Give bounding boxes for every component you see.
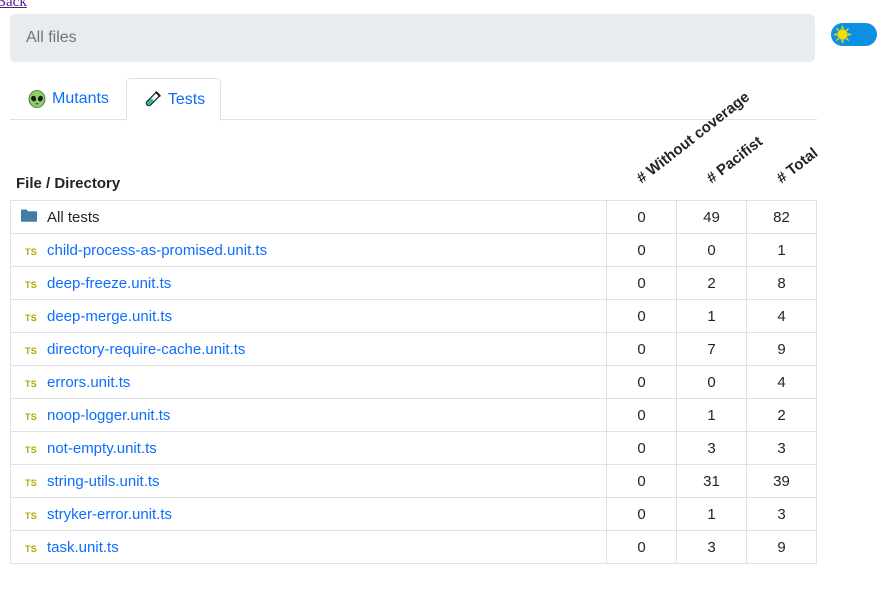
pacifist-count: 2 bbox=[676, 266, 747, 300]
typescript-file-icon: TS bbox=[25, 345, 38, 356]
table-row: TS deep-merge.unit.ts 0 1 4 bbox=[10, 299, 817, 333]
table-row: TS child-process-as-promised.unit.ts 0 0… bbox=[10, 233, 817, 267]
tab-tests-label: Tests bbox=[167, 90, 206, 108]
without-coverage-count: 0 bbox=[606, 365, 677, 399]
typescript-file-icon: TS bbox=[25, 543, 38, 554]
pacifist-count: 49 bbox=[676, 200, 747, 234]
folder-icon bbox=[21, 209, 47, 226]
tab-mutants[interactable]: Mutants bbox=[12, 78, 125, 120]
breadcrumb: All files bbox=[10, 14, 815, 62]
pacifist-count: 0 bbox=[676, 365, 747, 399]
total-count: 9 bbox=[746, 530, 817, 564]
back-link[interactable]: Back bbox=[0, 0, 27, 11]
column-header-total: # Total bbox=[773, 144, 822, 187]
typescript-file-icon: TS bbox=[25, 444, 38, 455]
file-link[interactable]: not-empty.unit.ts bbox=[47, 440, 157, 457]
table-row: TS deep-freeze.unit.ts 0 2 8 bbox=[10, 266, 817, 300]
total-count: 4 bbox=[746, 299, 817, 333]
typescript-file-icon: TS bbox=[25, 312, 38, 323]
file-link[interactable]: string-utils.unit.ts bbox=[47, 473, 160, 490]
column-header-file: File / Directory bbox=[16, 175, 121, 192]
without-coverage-count: 0 bbox=[606, 530, 677, 564]
total-count: 3 bbox=[746, 497, 817, 531]
typescript-file-icon: TS bbox=[25, 378, 38, 389]
without-coverage-count: 0 bbox=[606, 233, 677, 267]
table-row: TS noop-logger.unit.ts 0 1 2 bbox=[10, 398, 817, 432]
test-tube-icon bbox=[145, 90, 161, 106]
pacifist-count: 31 bbox=[676, 464, 747, 498]
theme-toggle[interactable] bbox=[831, 23, 877, 46]
total-count: 9 bbox=[746, 332, 817, 366]
without-coverage-count: 0 bbox=[606, 398, 677, 432]
table-row: All tests 0 49 82 bbox=[10, 200, 817, 234]
without-coverage-count: 0 bbox=[606, 332, 677, 366]
pacifist-count: 7 bbox=[676, 332, 747, 366]
total-count: 8 bbox=[746, 266, 817, 300]
table-row: TS errors.unit.ts 0 0 4 bbox=[10, 365, 817, 399]
table-row: TS directory-require-cache.unit.ts 0 7 9 bbox=[10, 332, 817, 366]
typescript-file-icon: TS bbox=[25, 510, 38, 521]
table-row: TS not-empty.unit.ts 0 3 3 bbox=[10, 431, 817, 465]
file-link[interactable]: deep-freeze.unit.ts bbox=[47, 275, 171, 292]
without-coverage-count: 0 bbox=[606, 266, 677, 300]
without-coverage-count: 0 bbox=[606, 464, 677, 498]
typescript-file-icon: TS bbox=[25, 411, 38, 422]
test-files-table: All tests 0 49 82 TS child-process-as-pr… bbox=[10, 200, 817, 564]
typescript-file-icon: TS bbox=[25, 246, 38, 257]
pacifist-count: 1 bbox=[676, 299, 747, 333]
table-row: TS task.unit.ts 0 3 9 bbox=[10, 530, 817, 564]
file-link[interactable]: stryker-error.unit.ts bbox=[47, 506, 172, 523]
directory-name: All tests bbox=[47, 208, 100, 226]
total-count: 2 bbox=[746, 398, 817, 432]
total-count: 4 bbox=[746, 365, 817, 399]
file-link[interactable]: child-process-as-promised.unit.ts bbox=[47, 242, 267, 259]
file-link[interactable]: deep-merge.unit.ts bbox=[47, 308, 172, 325]
file-link[interactable]: errors.unit.ts bbox=[47, 374, 130, 391]
file-link[interactable]: noop-logger.unit.ts bbox=[47, 407, 170, 424]
pacifist-count: 3 bbox=[676, 530, 747, 564]
table-row: TS string-utils.unit.ts 0 31 39 bbox=[10, 464, 817, 498]
pacifist-count: 3 bbox=[676, 431, 747, 465]
total-count: 3 bbox=[746, 431, 817, 465]
total-count: 39 bbox=[746, 464, 817, 498]
typescript-file-icon: TS bbox=[25, 279, 38, 290]
without-coverage-count: 0 bbox=[606, 200, 677, 234]
without-coverage-count: 0 bbox=[606, 299, 677, 333]
without-coverage-count: 0 bbox=[606, 431, 677, 465]
file-link[interactable]: task.unit.ts bbox=[47, 539, 119, 556]
tab-mutants-label: Mutants bbox=[52, 90, 109, 107]
without-coverage-count: 0 bbox=[606, 497, 677, 531]
breadcrumb-item-all-files: All files bbox=[26, 29, 77, 46]
column-header-pacifist: # Pacifist bbox=[703, 133, 766, 187]
typescript-file-icon: TS bbox=[25, 477, 38, 488]
file-link[interactable]: directory-require-cache.unit.ts bbox=[47, 341, 245, 358]
view-tabs: Mutants Tests bbox=[10, 78, 817, 121]
pacifist-count: 1 bbox=[676, 398, 747, 432]
table-row: TS stryker-error.unit.ts 0 1 3 bbox=[10, 497, 817, 531]
pacifist-count: 0 bbox=[676, 233, 747, 267]
tab-tests[interactable]: Tests bbox=[126, 78, 221, 121]
total-count: 82 bbox=[746, 200, 817, 234]
total-count: 1 bbox=[746, 233, 817, 267]
alien-icon bbox=[28, 90, 46, 108]
sun-icon bbox=[833, 25, 852, 44]
pacifist-count: 1 bbox=[676, 497, 747, 531]
